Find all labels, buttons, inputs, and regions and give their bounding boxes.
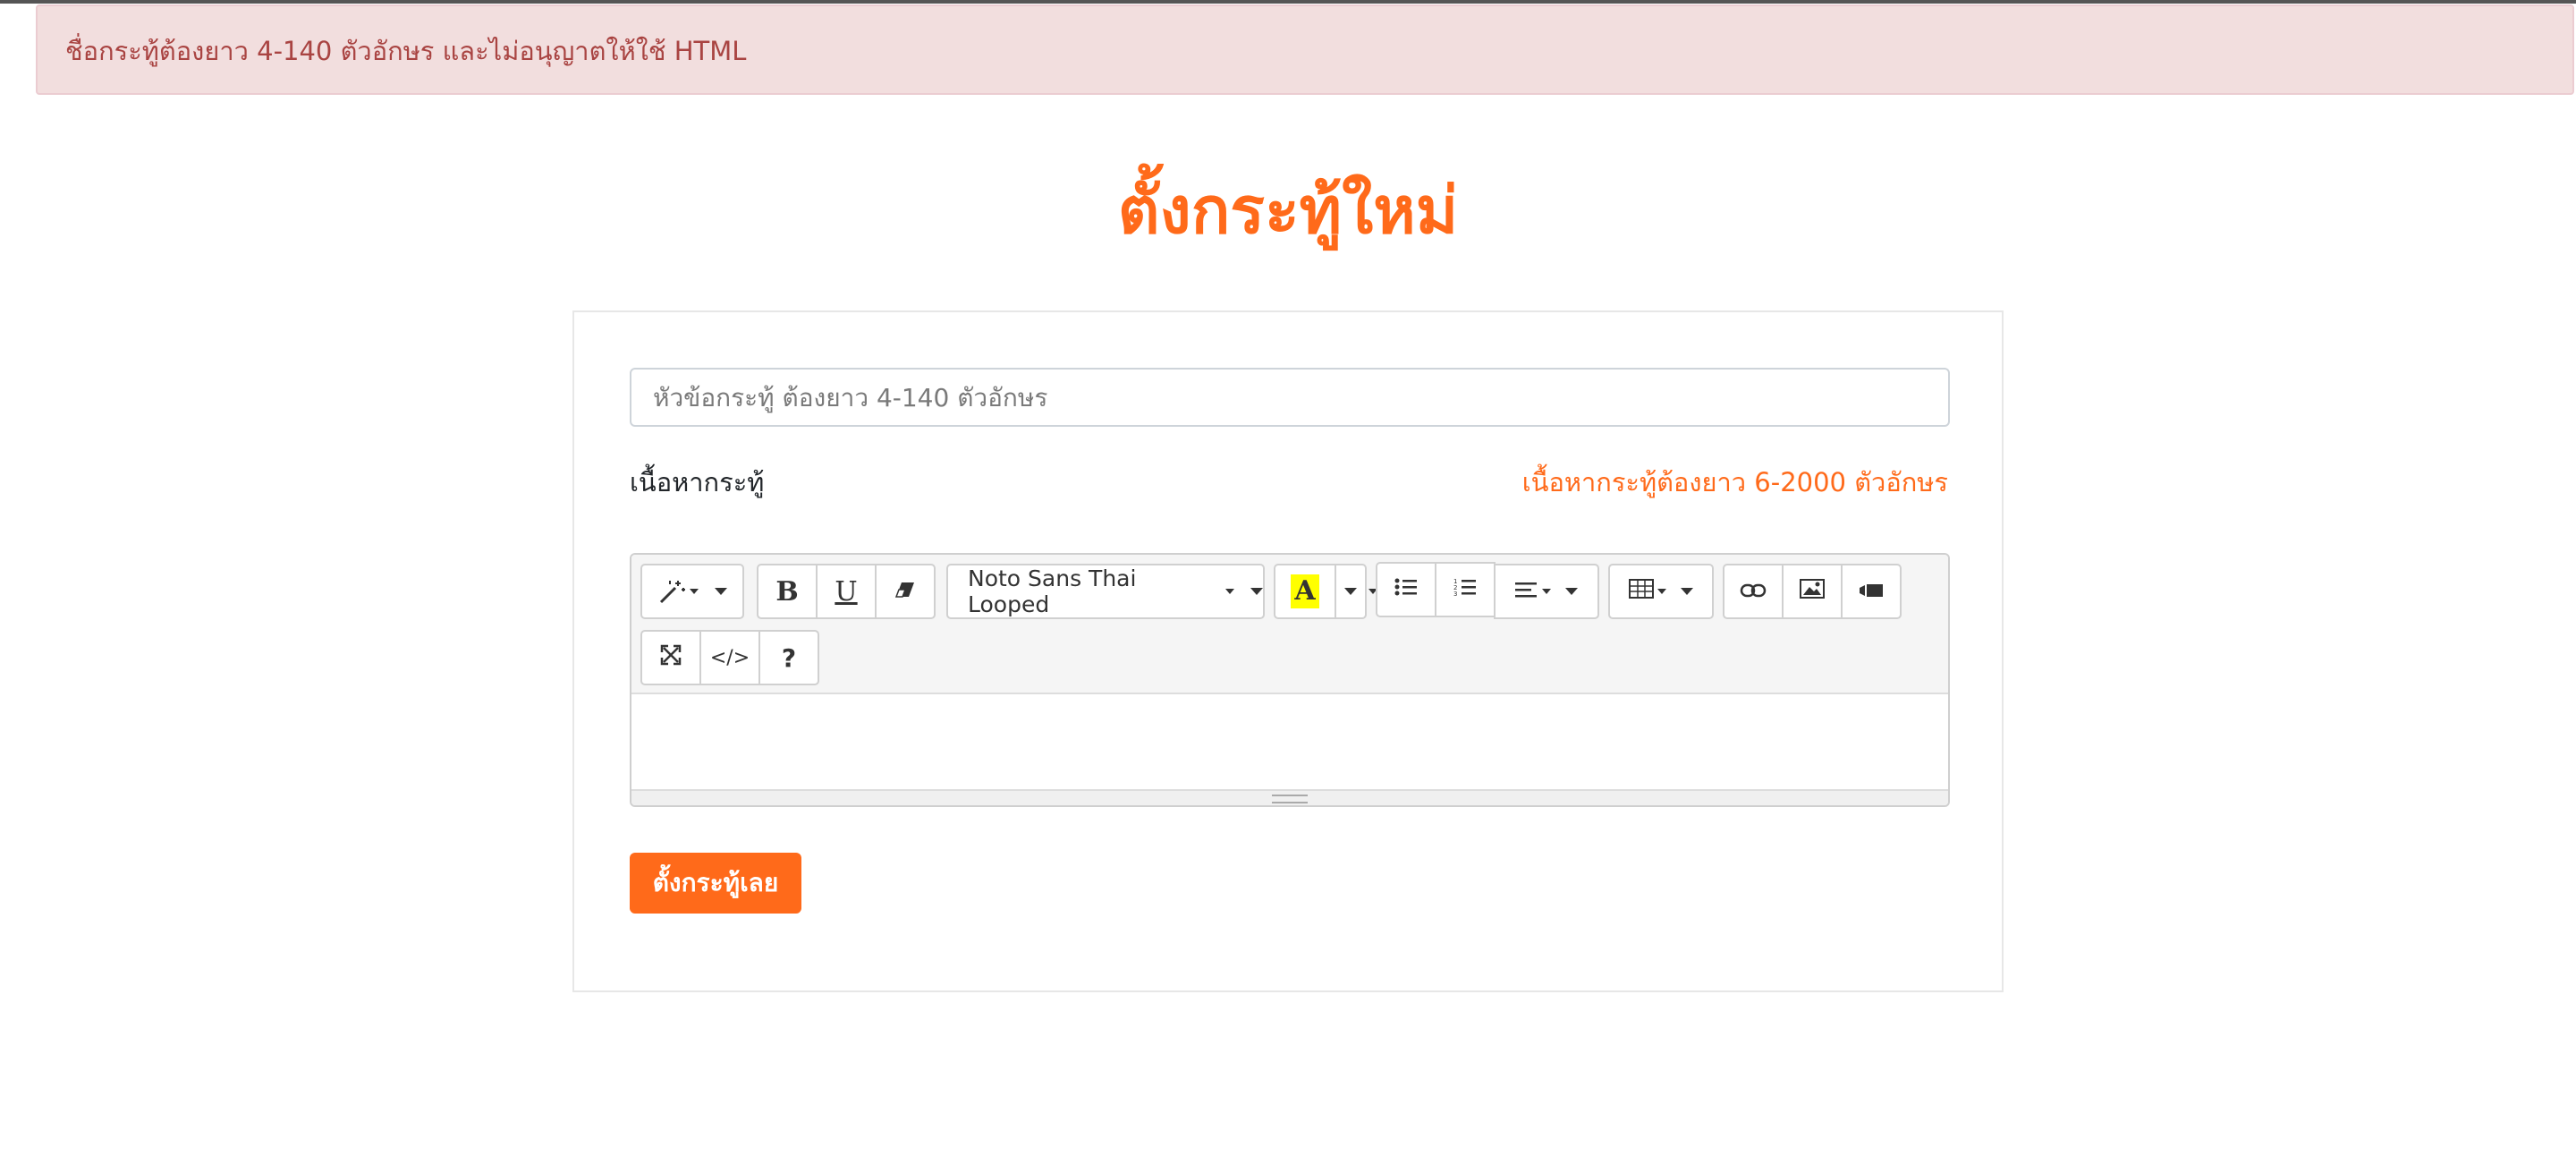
help-button[interactable]: ? [758, 630, 819, 685]
align-icon [1515, 578, 1538, 605]
chevron-down-icon [715, 588, 727, 595]
insert-video-button[interactable] [1841, 564, 1902, 619]
clear-format-button[interactable] [875, 564, 936, 619]
chevron-down-icon [1565, 588, 1578, 595]
topic-title-input[interactable] [630, 368, 1950, 427]
content-label: เนื้อหากระทู้ [630, 467, 765, 497]
magic-wand-icon [657, 578, 688, 605]
content-length-hint: เนื้อหากระทู้ต้องยาว 6-2000 ตัวอักษร [1521, 467, 1948, 497]
style-dropdown-button[interactable] [640, 564, 744, 619]
paragraph-align-dropdown[interactable] [1494, 564, 1599, 619]
highlight-letter-icon: A [1291, 574, 1319, 608]
error-alert-message: ชื่อกระทู้ต้องยาว 4-140 ตัวอักษร และไม่อ… [65, 36, 747, 66]
unordered-list-icon [1394, 576, 1418, 603]
top-border [0, 0, 2576, 4]
highlight-color-button[interactable]: A [1274, 564, 1336, 619]
insert-picture-button[interactable] [1782, 564, 1843, 619]
chevron-down-icon [1344, 588, 1357, 595]
svg-text:3: 3 [1453, 591, 1457, 597]
page-title: ตั้งกระทู้ใหม่ [1117, 173, 1459, 248]
editor-resize-bar[interactable] [631, 789, 1948, 805]
code-view-icon: </> [709, 646, 750, 669]
unordered-list-button[interactable] [1376, 562, 1436, 617]
font-family-dropdown[interactable]: Noto Sans Thai Looped [946, 564, 1265, 619]
help-icon: ? [781, 642, 797, 673]
underline-button[interactable]: U [816, 564, 877, 619]
font-family-label: Noto Sans Thai Looped [968, 565, 1137, 617]
ordered-list-button[interactable]: 123 [1435, 562, 1496, 617]
fullscreen-button[interactable] [640, 630, 701, 685]
resize-grip-icon[interactable] [1272, 795, 1308, 803]
video-icon [1859, 578, 1884, 605]
chevron-down-icon [1681, 588, 1693, 595]
highlight-color-dropdown[interactable] [1335, 564, 1367, 619]
editor-toolbar: B U Noto Sans Thai Looped A 1 2 3 </> ? [631, 555, 1948, 694]
picture-icon [1800, 578, 1825, 605]
table-icon [1629, 578, 1654, 605]
table-dropdown-button[interactable] [1608, 564, 1714, 619]
chevron-down-icon [1250, 588, 1263, 595]
rich-text-editor: B U Noto Sans Thai Looped A 1 2 3 </> ? [630, 553, 1950, 807]
ordered-list-icon: 123 [1453, 576, 1477, 603]
eraser-icon [894, 578, 916, 605]
link-icon [1740, 578, 1767, 605]
code-view-button[interactable]: </> [699, 630, 760, 685]
new-topic-form: เนื้อหากระทู้ เนื้อหากระทู้ต้องยาว 6-200… [572, 310, 2004, 992]
error-alert: ชื่อกระทู้ต้องยาว 4-140 ตัวอักษร และไม่อ… [36, 4, 2574, 95]
insert-link-button[interactable] [1723, 564, 1784, 619]
bold-button[interactable]: B [757, 564, 818, 619]
submit-topic-button[interactable]: ตั้งกระทู้เลย [630, 853, 801, 914]
editor-content-area[interactable] [631, 694, 1948, 795]
fullscreen-icon [660, 644, 682, 672]
